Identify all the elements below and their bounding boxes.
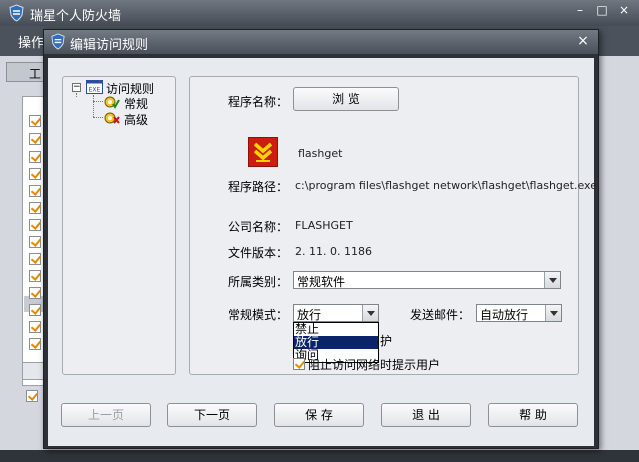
gear-check-icon (104, 96, 120, 109)
list-item-checkbox[interactable] (29, 321, 41, 333)
status-strip (0, 450, 639, 462)
save-button[interactable]: 保 存 (274, 403, 364, 427)
close-button[interactable]: × (617, 3, 631, 17)
list-item-checkbox[interactable] (29, 253, 41, 265)
list-item-checkbox[interactable] (29, 338, 41, 350)
edit-rule-dialog: 编辑访问规则 × − EXE 访问规则 常规 高级 程序名称： 浏 览 flas… (43, 29, 599, 449)
tree-item-general[interactable]: 常规 (124, 95, 148, 112)
browse-button[interactable]: 浏 览 (293, 87, 399, 111)
right-panel-edge (598, 60, 639, 462)
email-label: 发送邮件： (410, 308, 471, 322)
list-item-checkbox[interactable] (29, 133, 41, 145)
list-item-checkbox[interactable] (29, 219, 41, 231)
category-label: 所属类别： (228, 275, 289, 289)
tree-line (93, 117, 103, 118)
exe-icon: EXE (86, 80, 103, 94)
bottom-checkbox[interactable] (26, 390, 38, 402)
list-item-checkbox[interactable] (29, 185, 41, 197)
list-item-checkbox[interactable] (29, 287, 41, 299)
company-label: 公司名称： (228, 220, 289, 234)
list-item-checkbox[interactable] (29, 115, 41, 127)
chevron-down-icon[interactable] (545, 305, 561, 321)
email-select[interactable]: 自动放行 (476, 304, 562, 322)
menu-item-operate[interactable]: 操作 (18, 32, 44, 51)
mode-select-value: 放行 (297, 308, 322, 322)
chevron-down-icon[interactable] (362, 305, 378, 321)
help-button[interactable]: 帮 助 (488, 403, 578, 427)
program-path-value: c:\program files\flashget network\flashg… (295, 179, 597, 192)
email-select-value: 自动放行 (480, 308, 529, 322)
exe-badge-text: EXE (89, 87, 101, 94)
version-label: 文件版本： (228, 246, 289, 260)
program-name-label: 程序名称： (228, 95, 289, 109)
list-item-checkbox[interactable] (29, 270, 41, 282)
next-page-button[interactable]: 下一页 (167, 403, 257, 427)
gear-block-icon (104, 112, 120, 124)
list-item-checkbox[interactable] (29, 168, 41, 180)
category-select-value: 常规软件 (297, 275, 346, 289)
block-notify-checkbox[interactable] (293, 358, 305, 370)
list-item-checkbox[interactable] (29, 236, 41, 248)
minimize-button[interactable]: – (573, 3, 587, 17)
main-title: 瑞星个人防火墙 (30, 9, 122, 24)
maximize-button[interactable]: □ (595, 3, 609, 17)
window-controls: – □ × (573, 3, 631, 17)
program-icon-glyph (253, 142, 273, 162)
rule-tree-panel: − EXE 访问规则 常规 高级 (62, 76, 176, 375)
tree-item-advanced[interactable]: 高级 (124, 111, 148, 128)
shield-icon (51, 33, 65, 50)
chevron-down-icon[interactable] (544, 272, 560, 288)
category-select[interactable]: 常规软件 (293, 271, 561, 289)
program-path-label: 程序路径： (228, 180, 289, 194)
program-name-value: flashget (298, 147, 343, 160)
dialog-body: − EXE 访问规则 常规 高级 程序名称： 浏 览 flashget 程序路径… (48, 58, 597, 446)
rule-form-panel: 程序名称： 浏 览 flashget 程序路径： c:\program file… (189, 76, 597, 375)
tree-line (76, 93, 77, 97)
company-value: FLASHGET (295, 219, 353, 232)
dialog-title: 编辑访问规则 (70, 38, 149, 53)
mode-label: 常规模式： (228, 308, 289, 322)
tree-line (93, 101, 103, 102)
protect-label-partial: 护 (380, 334, 393, 348)
mode-select[interactable]: 放行 (293, 304, 379, 322)
tree-line (93, 95, 94, 117)
dialog-title-bar: 编辑访问规则 × (44, 30, 598, 54)
dialog-close-button[interactable]: × (576, 33, 590, 49)
shield-icon (9, 4, 24, 22)
block-notify-label: 阻止访问网络时提示用户 (308, 358, 441, 372)
exit-button[interactable]: 退 出 (381, 403, 471, 427)
list-item-checkbox[interactable] (29, 151, 41, 163)
tree-collapse-toggle[interactable]: − (72, 83, 81, 92)
main-title-bar: 瑞星个人防火墙 – □ × (0, 0, 639, 26)
list-item-checkbox[interactable] (29, 202, 41, 214)
list-item-checkbox[interactable] (29, 304, 41, 316)
version-value: 2. 11. 0. 1186 (295, 245, 372, 258)
flashget-icon (248, 137, 278, 167)
prev-page-button[interactable]: 上一页 (61, 403, 151, 427)
